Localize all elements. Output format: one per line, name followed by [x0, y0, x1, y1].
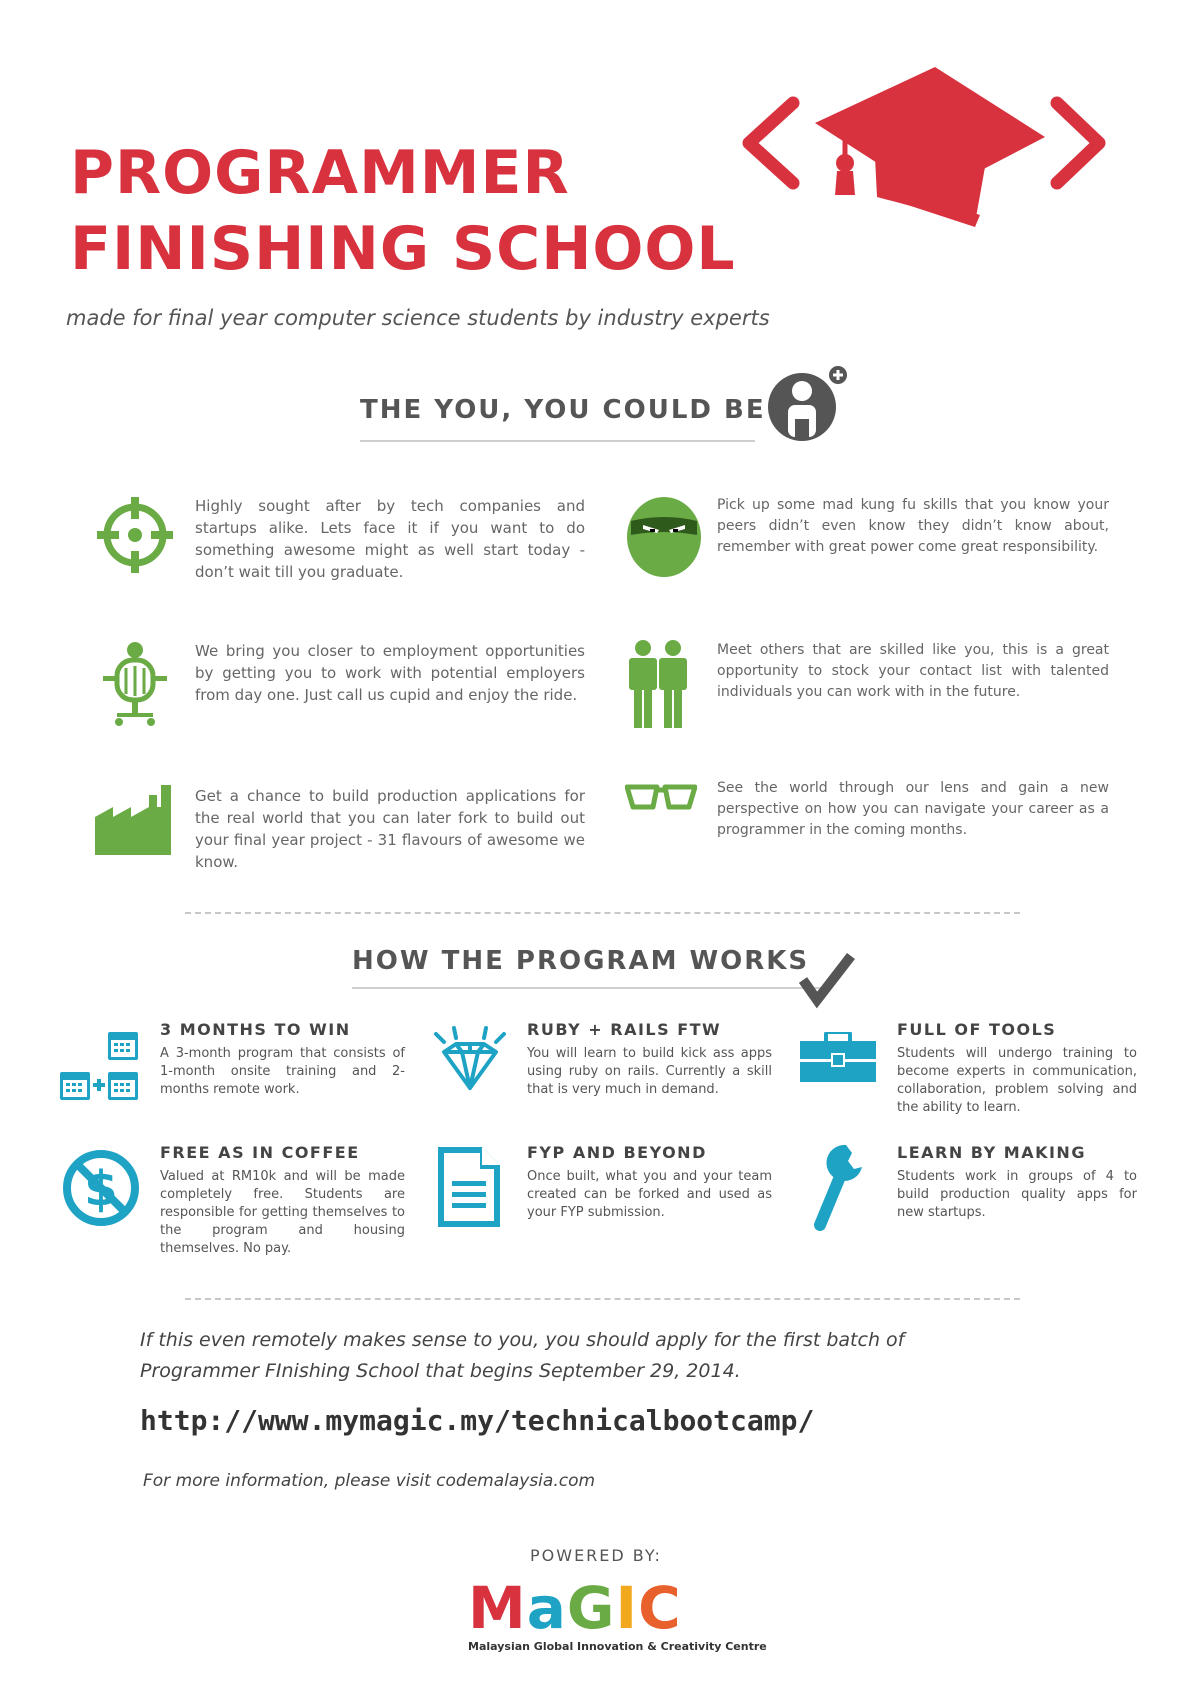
program-step: RUBY + RAILS FTW You will learn to build… — [430, 1020, 775, 1130]
step-title: FULL OF TOOLS — [897, 1020, 1057, 1039]
cta-line-1: If this even remotely makes sense to you… — [140, 1329, 905, 1351]
step-text: You will learn to build kick ass apps us… — [527, 1046, 772, 1097]
logo-letter: a — [526, 1574, 567, 1642]
you-item-text: Pick up some mad kung fu skills that you… — [717, 497, 1109, 555]
program-step: $ FREE AS IN COFFEE Valued at RM10k and … — [60, 1143, 405, 1263]
section-heading-text: THE YOU, YOU COULD BE — [360, 395, 766, 425]
magic-logo-wordmark: MaGIC — [468, 1578, 768, 1638]
office-chair-icon — [103, 642, 167, 726]
heading-underline — [352, 987, 822, 989]
logo-letter: M — [468, 1574, 527, 1642]
page-title-line-2: FINISHING SCHOOL — [70, 214, 736, 284]
toolbox-icon — [800, 1032, 876, 1082]
you-item-text: Highly sought after by tech companies an… — [195, 497, 585, 581]
program-step: 3 MONTHS TO WIN A 3-month program that c… — [60, 1020, 405, 1130]
step-text: Once built, what you and your team creat… — [527, 1169, 772, 1220]
heading-underline — [360, 440, 755, 442]
cta-line-2: Programmer FInishing School that begins … — [140, 1360, 741, 1382]
you-item-text: Meet others that are skilled like you, t… — [717, 642, 1109, 700]
ninja-icon — [627, 497, 701, 577]
logo-letter: I — [615, 1574, 639, 1642]
page-subtitle: made for final year computer science stu… — [66, 306, 770, 330]
step-title: LEARN BY MAKING — [897, 1143, 1086, 1162]
you-item-text: We bring you closer to employment opport… — [195, 642, 585, 704]
add-user-icon — [768, 366, 847, 441]
wrench-icon — [814, 1144, 862, 1231]
program-step: LEARN BY MAKING Students work in groups … — [800, 1143, 1145, 1263]
document-icon — [438, 1147, 500, 1227]
step-title: FYP AND BEYOND — [527, 1143, 707, 1162]
step-title: FREE AS IN COFFEE — [160, 1143, 360, 1162]
section-heading-text: HOW THE PROGRAM WORKS — [352, 946, 810, 976]
logo-letter: C — [638, 1574, 682, 1642]
program-step: FYP AND BEYOND Once built, what you and … — [430, 1143, 775, 1263]
header: PROGRAMMER FINISHING SCHOOL made for fin… — [0, 0, 1191, 340]
step-text: Students work in groups of 4 to build pr… — [897, 1169, 1137, 1220]
powered-by-label: POWERED BY: — [530, 1546, 662, 1565]
factory-icon — [95, 785, 171, 855]
step-text: A 3-month program that consists of 1-mon… — [160, 1046, 405, 1097]
logo-letter: G — [566, 1574, 616, 1642]
section-divider — [185, 1298, 1020, 1300]
you-item-text: See the world through our lens and gain … — [717, 780, 1109, 838]
target-icon — [97, 497, 173, 573]
no-dollar-icon: $ — [63, 1150, 139, 1226]
program-step: FULL OF TOOLS Students will undergo trai… — [800, 1020, 1145, 1130]
step-title: RUBY + RAILS FTW — [527, 1020, 722, 1039]
diamond-icon — [434, 1026, 506, 1090]
application-url-link[interactable]: http://www.mymagic.my/technicalbootcamp/ — [140, 1404, 814, 1437]
section-how-heading: HOW THE PROGRAM WORKS — [352, 940, 872, 1015]
magic-logo-subtitle: Malaysian Global Innovation & Creativity… — [468, 1640, 767, 1653]
graduation-code-logo-icon — [742, 67, 1106, 227]
you-item-text: Get a chance to build production applica… — [195, 787, 585, 871]
step-text: Students will undergo training to become… — [897, 1046, 1137, 1115]
section-divider — [185, 912, 1020, 914]
two-people-icon — [629, 640, 687, 728]
call-to-action: If this even remotely makes sense to you… — [140, 1325, 1040, 1387]
step-title: 3 MONTHS TO WIN — [160, 1020, 351, 1039]
step-text: Valued at RM10k and will be made complet… — [160, 1169, 405, 1256]
calendar-icon — [60, 1032, 138, 1100]
magic-logo: MaGIC Malaysian Global Innovation & Crea… — [468, 1578, 768, 1658]
glasses-icon — [625, 784, 697, 810]
more-info-text: For more information, please visit codem… — [143, 1471, 596, 1491]
page-title-line-1: PROGRAMMER — [70, 138, 570, 208]
section-you-heading: THE YOU, YOU COULD BE — [360, 365, 860, 445]
checkmark-icon — [798, 952, 855, 1009]
